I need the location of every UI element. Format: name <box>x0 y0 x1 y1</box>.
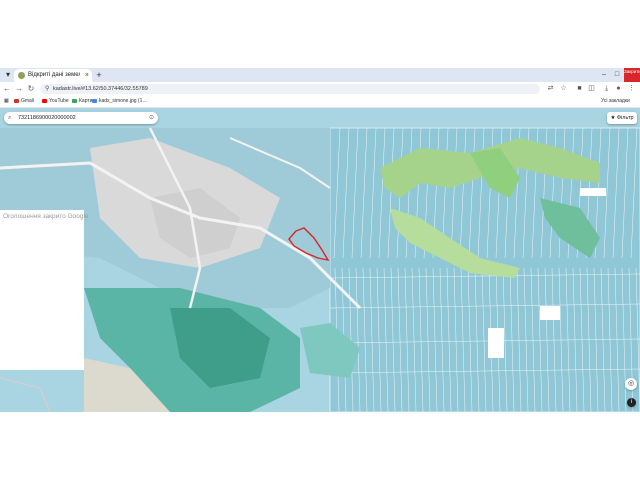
unregistered-plot <box>540 306 560 320</box>
filter-label: Фільтр <box>616 115 634 121</box>
bookmark-label: Карти <box>79 98 93 104</box>
bookmark-label: Gmail <box>21 98 35 104</box>
maximize-button[interactable]: □ <box>611 68 623 82</box>
cadastral-number-value[interactable]: 7321186900020000002 <box>18 112 76 124</box>
browser-menu-icon[interactable]: ⋮ <box>627 84 636 94</box>
bookmarks-bar: ▦ Gmail YouTube Карти kadx_simone.jpg (1… <box>0 96 640 108</box>
youtube-icon <box>42 98 47 103</box>
info-icon[interactable]: i <box>627 398 636 407</box>
ad-panel: Оголошення закрито Google <box>0 210 89 370</box>
locate-me-button[interactable]: ◎ <box>625 378 637 390</box>
reload-button[interactable]: ↻ <box>26 83 36 95</box>
search-icon: ⌕ <box>8 115 12 121</box>
screen-top-margin <box>0 0 640 68</box>
extension-icon[interactable]: ■ <box>575 84 584 94</box>
download-icon[interactable]: ⤓ <box>602 84 611 94</box>
clear-search-icon[interactable]: ⊙ <box>149 112 154 124</box>
all-bookmarks-button[interactable]: Усі закладки <box>601 96 630 107</box>
drive-icon <box>92 98 97 103</box>
site-favicon-icon <box>18 72 25 79</box>
profile-avatar-icon[interactable]: ● <box>614 84 623 94</box>
bookmark-maps[interactable]: Карти <box>72 96 92 107</box>
bookmark-label: YouTube <box>49 98 69 104</box>
maps-icon <box>72 98 77 103</box>
google-ad-notice: Оголошення закрито Google <box>3 213 89 220</box>
extensions-puzzle-icon[interactable]: ◫ <box>587 84 596 94</box>
browser-toolbar: ← → ↻ ⚲ kadastr.live/#13.62/50.37446/32.… <box>0 82 640 97</box>
site-info-icon[interactable]: ⚲ <box>45 84 49 94</box>
map-canvas[interactable] <box>0 108 640 412</box>
bookmark-file[interactable]: kadx_simone.jpg (1… <box>92 96 147 107</box>
parcel-search-box[interactable]: ⌕ 7321186900020000002 ⊙ <box>4 112 158 124</box>
apps-grid-icon[interactable]: ▦ <box>4 96 9 107</box>
bookmark-youtube[interactable]: YouTube <box>42 96 69 107</box>
unregistered-plot <box>488 328 504 358</box>
new-tab-button[interactable]: + <box>94 69 104 81</box>
tab-strip: ▾ Відкриті дані земельного када… × + – □… <box>0 68 640 82</box>
active-tab[interactable]: Відкриті дані земельного када… × <box>14 69 92 82</box>
translate-icon[interactable]: ⇄ <box>546 84 555 94</box>
filter-button[interactable]: ★ Фільтр <box>607 112 637 124</box>
browser-window: ▾ Відкриті дані земельного када… × + – □… <box>0 68 640 412</box>
cadastral-map[interactable]: ⌕ 7321186900020000002 ⊙ ★ Фільтр Оголоше… <box>0 108 640 412</box>
gmail-icon <box>14 98 19 103</box>
address-url: kadastr.live/#13.62/50.37446/32.55789 <box>53 86 148 92</box>
unregistered-plot <box>580 188 606 196</box>
tab-close-icon[interactable]: × <box>85 69 89 82</box>
back-button[interactable]: ← <box>2 83 12 95</box>
bookmark-star-icon[interactable]: ☆ <box>559 84 568 94</box>
tab-title: Відкриті дані земельного када… <box>28 72 80 78</box>
tab-search-icon[interactable]: ▾ <box>2 70 14 80</box>
address-bar[interactable]: ⚲ kadastr.live/#13.62/50.37446/32.55789 <box>40 84 540 94</box>
bookmark-gmail[interactable]: Gmail <box>14 96 34 107</box>
bookmark-label: kadx_simone.jpg (1… <box>99 98 148 104</box>
forward-button[interactable]: → <box>14 83 24 95</box>
close-window-button[interactable]: Закрити <box>624 68 640 82</box>
minimize-button[interactable]: – <box>598 68 610 82</box>
